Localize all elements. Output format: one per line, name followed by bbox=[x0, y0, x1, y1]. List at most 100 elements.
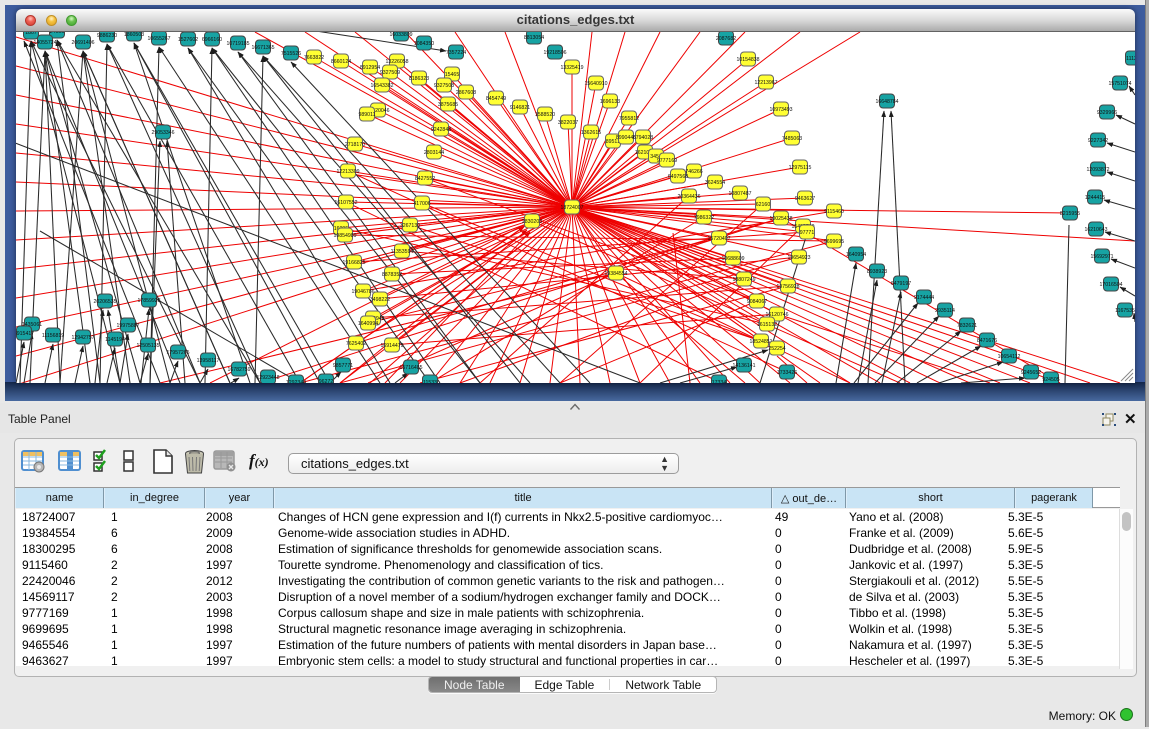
svg-text:1733426: 1733426 bbox=[777, 370, 797, 376]
svg-text:12213309: 12213309 bbox=[336, 169, 359, 175]
svg-text:924505: 924505 bbox=[1042, 377, 1059, 383]
svg-text:252254: 252254 bbox=[768, 346, 785, 352]
svg-text:19854989: 19854989 bbox=[333, 233, 356, 239]
svg-text:97771: 97771 bbox=[800, 230, 815, 236]
svg-text:16033809: 16033809 bbox=[389, 32, 412, 38]
svg-text:1145194: 1145194 bbox=[105, 337, 125, 343]
svg-text:6479197: 6479197 bbox=[891, 281, 911, 287]
svg-text:13325419: 13325419 bbox=[560, 65, 583, 71]
svg-text:8660124: 8660124 bbox=[331, 59, 351, 65]
svg-text:29053346: 29053346 bbox=[151, 130, 174, 136]
svg-text:9329966: 9329966 bbox=[1097, 110, 1117, 116]
svg-text:9245652: 9245652 bbox=[1021, 370, 1041, 376]
svg-text:1860503: 1860503 bbox=[124, 32, 144, 38]
svg-text:12923448: 12923448 bbox=[256, 375, 279, 381]
svg-text:62160: 62160 bbox=[756, 202, 771, 208]
svg-text:7357224: 7357224 bbox=[446, 50, 466, 56]
svg-text:14136141: 14136141 bbox=[732, 363, 755, 369]
svg-text:9146821: 9146821 bbox=[510, 105, 530, 111]
svg-text:7955812: 7955812 bbox=[619, 116, 639, 122]
svg-text:1640954: 1640954 bbox=[846, 252, 866, 258]
svg-text:7625402: 7625402 bbox=[346, 341, 366, 347]
svg-text:9174444: 9174444 bbox=[914, 295, 934, 301]
svg-text:16543382: 16543382 bbox=[370, 83, 393, 89]
svg-text:15692971: 15692971 bbox=[1090, 254, 1113, 260]
svg-text:11353594: 11353594 bbox=[391, 249, 414, 255]
svg-text:15465: 15465 bbox=[445, 72, 460, 78]
svg-text:3915417: 3915417 bbox=[16, 331, 34, 337]
svg-text:17334: 17334 bbox=[712, 380, 727, 383]
svg-text:9115460: 9115460 bbox=[824, 209, 844, 215]
svg-text:2718170: 2718170 bbox=[345, 142, 365, 148]
svg-text:19975887: 19975887 bbox=[116, 323, 139, 329]
svg-text:3822037: 3822037 bbox=[558, 120, 578, 126]
svg-text:989011: 989011 bbox=[359, 112, 376, 118]
svg-text:16914479: 16914479 bbox=[380, 343, 403, 349]
svg-text:11123: 11123 bbox=[1126, 56, 1135, 62]
svg-text:8454749: 8454749 bbox=[486, 96, 506, 102]
svg-text:19654923: 19654923 bbox=[787, 255, 810, 261]
svg-text:1640994: 1640994 bbox=[358, 321, 378, 327]
svg-text:2087682: 2087682 bbox=[716, 36, 736, 42]
svg-text:9699695: 9699695 bbox=[824, 239, 844, 245]
svg-text:7832621: 7832621 bbox=[957, 323, 977, 329]
svg-text:17957265: 17957265 bbox=[166, 350, 189, 356]
svg-text:1527602: 1527602 bbox=[178, 37, 198, 43]
svg-text:16671365: 16671365 bbox=[251, 45, 274, 51]
svg-text:7515526: 7515526 bbox=[281, 51, 301, 57]
svg-text:19384554: 19384554 bbox=[604, 271, 627, 277]
svg-text:2803144: 2803144 bbox=[424, 150, 444, 156]
svg-text:6497568: 6497568 bbox=[668, 174, 688, 180]
svg-text:96272: 96272 bbox=[319, 379, 334, 383]
svg-text:24055: 24055 bbox=[50, 32, 65, 35]
svg-text:1615132: 1615132 bbox=[757, 322, 777, 328]
svg-text:8878352: 8878352 bbox=[382, 272, 402, 278]
svg-text:9227342: 9227342 bbox=[1088, 138, 1108, 144]
svg-text:12942757: 12942757 bbox=[71, 335, 94, 341]
svg-text:10654112: 10654112 bbox=[998, 354, 1021, 360]
svg-text:1244415: 1244415 bbox=[1085, 195, 1105, 201]
svg-text:1292344: 1292344 bbox=[286, 380, 306, 383]
svg-text:8912954: 8912954 bbox=[360, 65, 380, 71]
svg-text:9886230: 9886230 bbox=[97, 33, 117, 39]
svg-text:3267130: 3267130 bbox=[400, 223, 420, 229]
svg-text:20364436: 20364436 bbox=[677, 194, 700, 200]
svg-text:6794028: 6794028 bbox=[633, 135, 653, 141]
svg-text:12975115: 12975115 bbox=[789, 165, 812, 171]
svg-text:8938923: 8938923 bbox=[867, 269, 887, 275]
svg-text:12093872: 12093872 bbox=[1086, 167, 1109, 173]
svg-text:10807487: 10807487 bbox=[728, 191, 751, 197]
svg-text:3875685: 3875685 bbox=[438, 102, 458, 108]
svg-text:8215955: 8215955 bbox=[1060, 211, 1080, 217]
svg-text:14055724: 14055724 bbox=[33, 40, 56, 46]
svg-text:9242848: 9242848 bbox=[431, 127, 451, 133]
svg-text:8427552: 8427552 bbox=[415, 176, 435, 182]
svg-text:17859928: 17859928 bbox=[137, 298, 160, 304]
svg-text:9857771: 9857771 bbox=[333, 363, 353, 369]
svg-text:19166825: 19166825 bbox=[342, 260, 365, 266]
svg-text:9327509: 9327509 bbox=[380, 70, 400, 76]
svg-text:7986322: 7986322 bbox=[694, 215, 714, 221]
svg-text:1084350: 1084350 bbox=[414, 41, 434, 47]
svg-text:19218506: 19218506 bbox=[543, 50, 566, 56]
svg-text:2867608: 2867608 bbox=[456, 90, 476, 96]
svg-text:10973493: 10973493 bbox=[769, 107, 792, 113]
svg-text:15720407: 15720407 bbox=[707, 236, 730, 242]
svg-text:17016504: 17016504 bbox=[1099, 282, 1122, 288]
svg-text:10719185: 10719185 bbox=[226, 41, 249, 47]
svg-text:1588520: 1588520 bbox=[535, 112, 555, 118]
svg-text:20206535: 20206535 bbox=[93, 299, 116, 305]
svg-text:9463627: 9463627 bbox=[795, 196, 815, 202]
svg-text:9084067: 9084067 bbox=[747, 299, 767, 305]
svg-text:2935114: 2935114 bbox=[935, 308, 955, 314]
svg-text:10025438: 10025438 bbox=[769, 216, 792, 222]
svg-text:10655267: 10655267 bbox=[147, 36, 170, 42]
svg-text:3498222: 3498222 bbox=[370, 297, 390, 303]
svg-text:1807: 1807 bbox=[25, 32, 37, 36]
svg-text:16107552: 16107552 bbox=[334, 200, 357, 206]
svg-text:16648784: 16648784 bbox=[875, 99, 898, 105]
svg-text:8186323: 8186323 bbox=[409, 76, 429, 82]
svg-text:10688609: 10688609 bbox=[721, 256, 744, 262]
svg-text:2830203: 2830203 bbox=[522, 219, 542, 225]
svg-text:8471676: 8471676 bbox=[977, 338, 997, 344]
